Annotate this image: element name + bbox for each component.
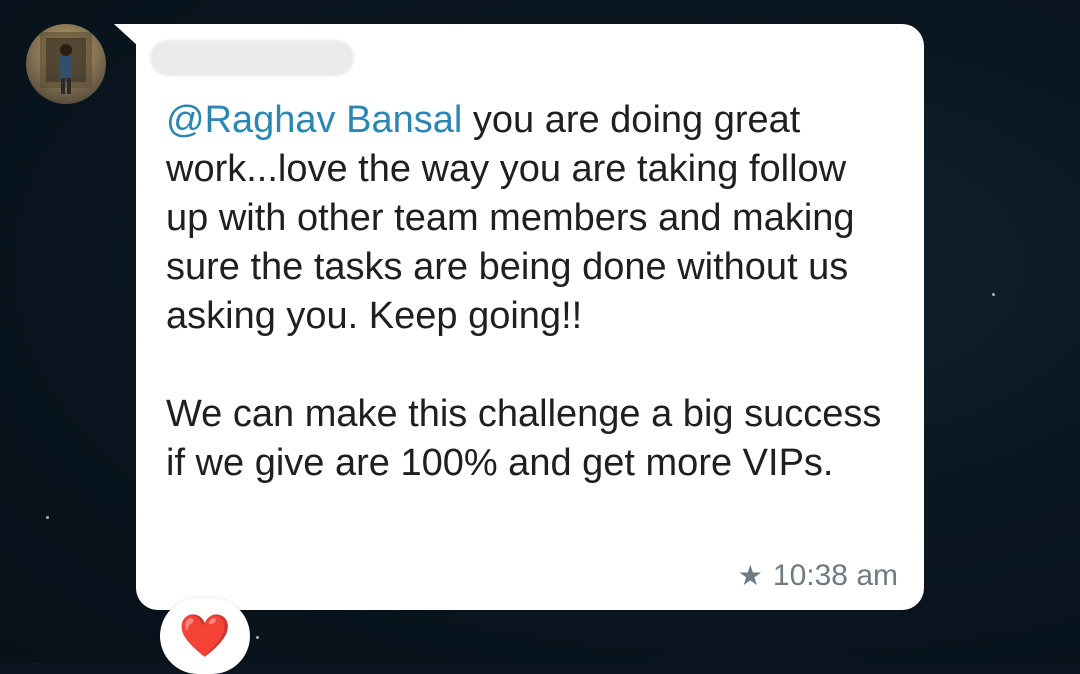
message-time: 10:38 am [772,559,898,592]
background-dot [256,636,259,639]
sender-name[interactable] [150,40,354,76]
message-paragraph-1: @Raghav Bansal you are doing great work.… [166,96,886,341]
message-meta: ★ 10:38 am [738,558,898,594]
bubble-tail [114,24,138,46]
mention-link[interactable]: @Raghav Bansal [166,99,462,141]
background-dot [992,293,995,296]
heart-reaction-icon: ❤️ [178,612,232,659]
star-icon: ★ [737,560,763,591]
background-dot [46,516,49,519]
user-avatar-icon [40,32,92,94]
message-paragraph-2: We can make this challenge a big success… [166,393,882,484]
sender-avatar[interactable] [26,24,106,104]
message-text[interactable]: @Raghav Bansal you are doing great work.… [166,96,886,488]
